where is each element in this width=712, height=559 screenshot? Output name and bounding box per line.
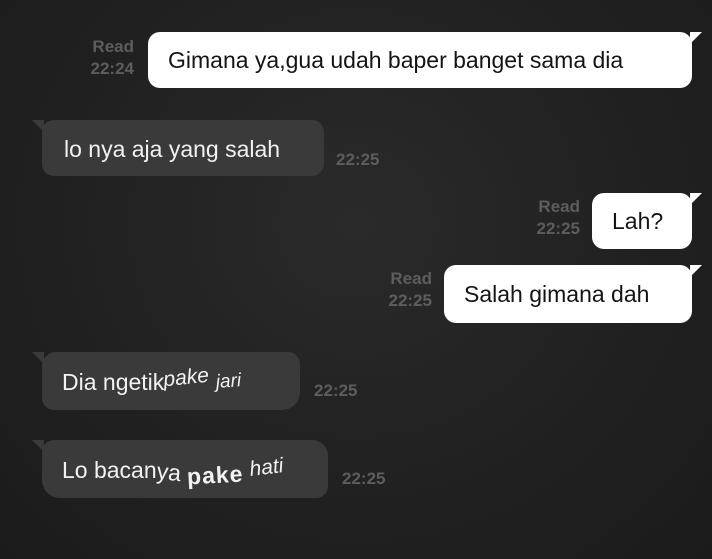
message-time: 22:25 [536, 219, 580, 238]
message-time: 22:25 [336, 150, 380, 169]
message-meta: Read 22:25 [366, 268, 432, 312]
message-time: 22:24 [90, 59, 134, 78]
read-status: Read [538, 197, 580, 216]
outgoing-message[interactable]: Salah gimana dah [444, 265, 702, 323]
message-time: 22:25 [388, 291, 432, 310]
message-time: 22:25 [342, 469, 386, 488]
message-text-part: hati [248, 454, 285, 482]
read-status: Read [92, 37, 134, 56]
message-meta: Read 22:25 [512, 196, 580, 240]
message-text: Gimana ya,gua udah baper banget sama dia [168, 47, 624, 73]
message-text-part: Lo bacan [62, 457, 157, 483]
incoming-message[interactable]: Lo bacanya pake hati [32, 440, 328, 498]
message-meta: Read 22:24 [70, 36, 134, 80]
incoming-message[interactable]: Dia ngetikpake jari [32, 352, 300, 410]
read-status: Read [390, 269, 432, 288]
message-text-part: pake [186, 460, 245, 490]
message-text: Salah gimana dah [464, 281, 650, 307]
message-text-part: jari [215, 370, 243, 393]
message-text-part: pake [162, 363, 211, 392]
message-text-part: Dia ngetik [62, 369, 165, 395]
outgoing-message[interactable]: Gimana ya,gua udah baper banget sama dia [148, 32, 702, 88]
chat-thread: Read 22:24 Gimana ya,gua udah baper bang… [0, 0, 712, 559]
message-text: lo nya aja yang salah [64, 136, 281, 162]
outgoing-message[interactable]: Lah? [592, 193, 702, 249]
message-text-part: ya [155, 457, 183, 487]
message-text: Lah? [612, 208, 664, 234]
incoming-message[interactable]: lo nya aja yang salah [32, 120, 324, 176]
message-time: 22:25 [314, 381, 358, 400]
